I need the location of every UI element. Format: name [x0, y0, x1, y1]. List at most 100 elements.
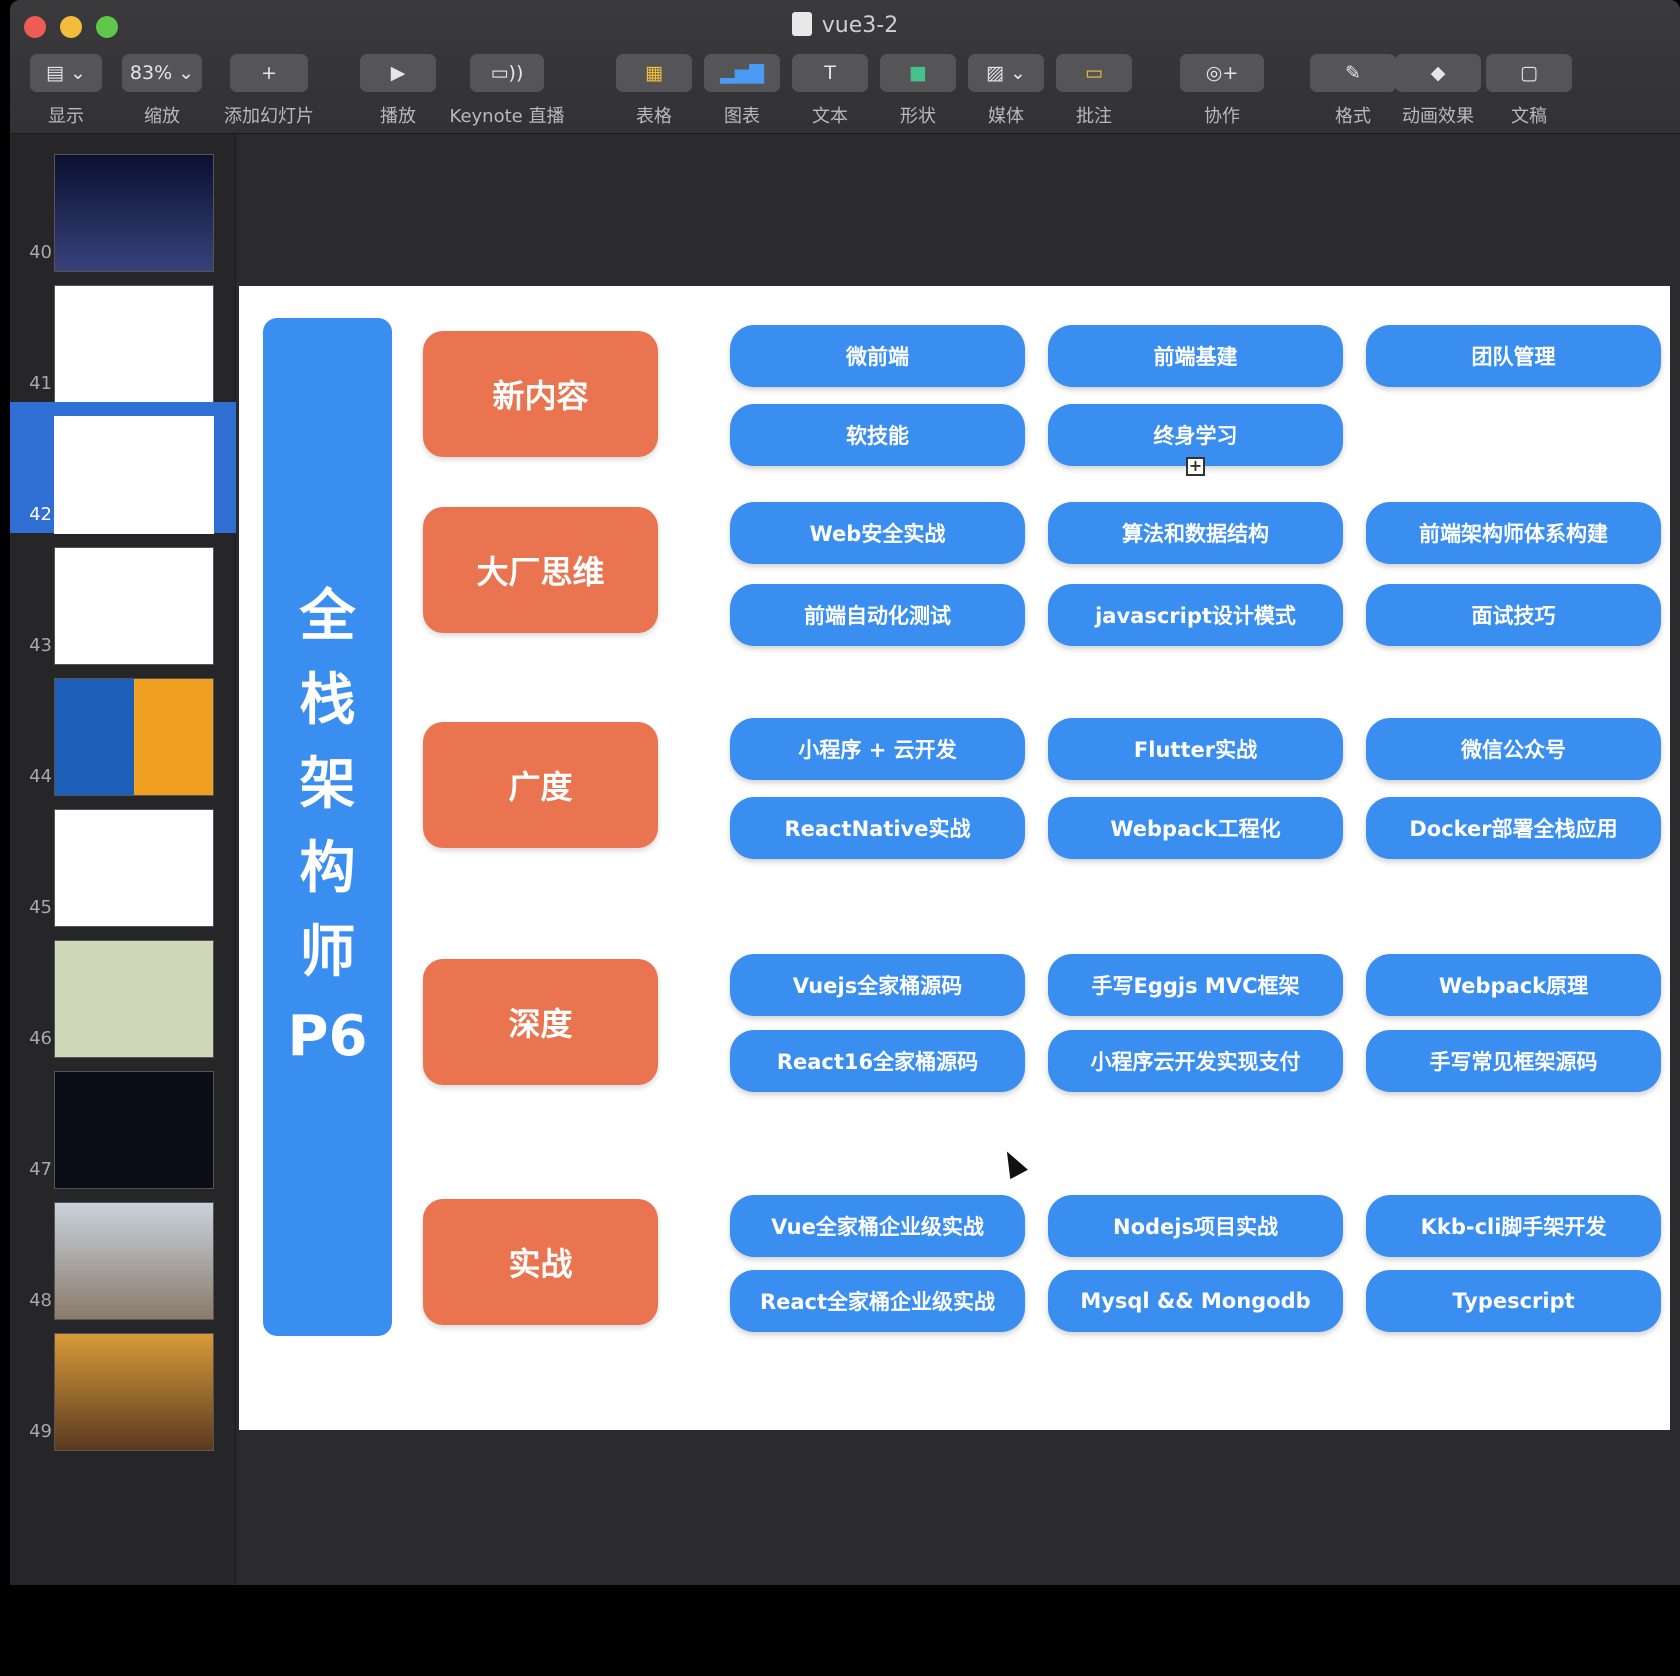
- topic-pill[interactable]: Webpack原理: [1366, 954, 1661, 1016]
- selection-handle-icon[interactable]: +: [1186, 457, 1205, 476]
- plus-icon[interactable]: +: [230, 54, 308, 92]
- comment-icon[interactable]: ▭: [1056, 54, 1132, 92]
- document-file-icon: [791, 12, 812, 36]
- topic-pill[interactable]: 软技能: [730, 404, 1025, 466]
- topic-pill[interactable]: 微信公众号: [1366, 718, 1661, 780]
- play-icon[interactable]: ▶: [360, 54, 436, 92]
- slide-preview: [54, 154, 214, 272]
- slide-preview: [54, 678, 214, 796]
- toolbar-keynote-live-button[interactable]: ▭)) Keynote 直播: [437, 54, 577, 128]
- topic-pill[interactable]: Web安全实战: [730, 502, 1025, 564]
- topic-pill[interactable]: React全家桶企业级实战: [730, 1270, 1025, 1332]
- topic-pill[interactable]: 小程序 + 云开发: [730, 718, 1025, 780]
- slide-preview: [54, 285, 214, 403]
- toolbar-comment-label: 批注: [1076, 106, 1112, 127]
- category-box[interactable]: 实战: [423, 1199, 658, 1325]
- view-icon[interactable]: ▤ ⌄: [30, 54, 102, 92]
- category-box[interactable]: 大厂思维: [423, 507, 658, 633]
- slide-number: 40: [29, 242, 52, 263]
- slide-preview: [54, 940, 214, 1058]
- slide-number: 43: [29, 635, 52, 656]
- slide-number: 49: [29, 1421, 52, 1442]
- topic-pill[interactable]: 面试技巧: [1366, 584, 1661, 646]
- slide-number: 42: [29, 504, 52, 525]
- topic-pill[interactable]: Flutter实战: [1048, 718, 1343, 780]
- window-title-text: vue3-2: [821, 13, 899, 38]
- window-title: vue3-2: [10, 12, 1680, 38]
- topic-pill[interactable]: 手写常见框架源码: [1366, 1030, 1661, 1092]
- topic-pill[interactable]: Kkb-cli脚手架开发: [1366, 1195, 1661, 1257]
- topic-pill[interactable]: 前端架构师体系构建: [1366, 502, 1661, 564]
- table-icon[interactable]: ▦: [616, 54, 692, 92]
- slide-navigator[interactable]: 40 41 42 43 44 45 46 47 48 49: [10, 134, 236, 1585]
- shape-icon[interactable]: ■: [880, 54, 956, 92]
- toolbar-zoom-label: 缩放: [144, 106, 180, 127]
- live-icon[interactable]: ▭)): [470, 54, 544, 92]
- main-title-bar[interactable]: 全栈架构师 P6: [263, 318, 392, 1336]
- slide-preview: [54, 809, 214, 927]
- slide-preview: [54, 1202, 214, 1320]
- main-title-char: P6: [287, 1004, 368, 1069]
- slide-thumbnail-43[interactable]: 43: [10, 533, 236, 665]
- topic-pill[interactable]: Vuejs全家桶源码: [730, 954, 1025, 1016]
- slide-thumbnail-42[interactable]: 42: [10, 402, 236, 534]
- slide-thumbnail-49[interactable]: 49: [10, 1319, 236, 1451]
- toolbar: vue3-2 ▤ ⌄ 显示 83% ⌄ 缩放 + 添加幻灯片 ▶ 播放 ▭)) Keynote 直…: [10, 0, 1680, 134]
- toolbar-collaborate-label: 协作: [1204, 106, 1240, 127]
- toolbar-comment-button[interactable]: ▭ 批注: [1036, 54, 1152, 128]
- slide-thumbnail-40[interactable]: 40: [10, 140, 236, 272]
- toolbar-document-label: 文稿: [1511, 106, 1547, 127]
- topic-pill[interactable]: 微前端: [730, 325, 1025, 387]
- slide-number: 48: [29, 1290, 52, 1311]
- slide-number: 47: [29, 1159, 52, 1180]
- topic-pill[interactable]: 团队管理: [1366, 325, 1661, 387]
- slide-preview: [54, 547, 214, 665]
- slide-number: 44: [29, 766, 52, 787]
- topic-pill[interactable]: javascript设计模式: [1048, 584, 1343, 646]
- topic-pill[interactable]: Typescript: [1366, 1270, 1661, 1332]
- category-box[interactable]: 深度: [423, 959, 658, 1085]
- topic-pill[interactable]: Nodejs项目实战: [1048, 1195, 1343, 1257]
- toolbar-document-button[interactable]: ▢ 文稿: [1466, 54, 1592, 128]
- media-icon[interactable]: ▨ ⌄: [968, 54, 1044, 92]
- main-title-char: 师: [299, 920, 356, 985]
- slide-preview: [54, 416, 214, 534]
- slide-thumbnail-45[interactable]: 45: [10, 795, 236, 927]
- slide-thumbnail-47[interactable]: 47: [10, 1057, 236, 1189]
- toolbar-keynote-live-label: Keynote 直播: [449, 106, 565, 127]
- document-icon[interactable]: ▢: [1486, 54, 1572, 92]
- collaborate-icon[interactable]: ◎+: [1180, 54, 1264, 92]
- toolbar-add-slide-button[interactable]: + 添加幻灯片: [210, 54, 328, 128]
- topic-pill[interactable]: Webpack工程化: [1048, 797, 1343, 859]
- slide-preview: [54, 1071, 214, 1189]
- topic-pill[interactable]: 算法和数据结构: [1048, 502, 1343, 564]
- slide-preview: [54, 1333, 214, 1451]
- main-title-char: 架: [299, 752, 356, 817]
- slide-thumbnail-41[interactable]: 41: [10, 271, 236, 403]
- main-title-char: 栈: [299, 668, 356, 733]
- topic-pill[interactable]: 手写Eggjs MVC框架: [1048, 954, 1343, 1016]
- slide-thumbnail-46[interactable]: 46: [10, 926, 236, 1058]
- category-box[interactable]: 新内容: [423, 331, 658, 457]
- topic-pill[interactable]: Mysql && Mongodb: [1048, 1270, 1343, 1332]
- topic-pill[interactable]: 前端基建: [1048, 325, 1343, 387]
- toolbar-collaborate-button[interactable]: ◎+ 协作: [1160, 54, 1284, 128]
- slide-thumbnail-44[interactable]: 44: [10, 664, 236, 796]
- toolbar-add-slide-label: 添加幻灯片: [224, 106, 314, 127]
- category-box[interactable]: 广度: [423, 722, 658, 848]
- topic-pill[interactable]: Vue全家桶企业级实战: [730, 1195, 1025, 1257]
- main-title-char: 全: [299, 584, 356, 649]
- main-title-char: 构: [299, 836, 356, 901]
- slide-thumbnail-48[interactable]: 48: [10, 1188, 236, 1320]
- topic-pill[interactable]: Docker部署全栈应用: [1366, 797, 1661, 859]
- toolbar-zoom-button[interactable]: 83% ⌄ 缩放: [102, 54, 222, 128]
- chart-icon[interactable]: ▂▅▇: [704, 54, 780, 92]
- topic-pill[interactable]: ReactNative实战: [730, 797, 1025, 859]
- topic-pill[interactable]: 前端自动化测试: [730, 584, 1025, 646]
- topic-pill[interactable]: React16全家桶源码: [730, 1030, 1025, 1092]
- text-icon[interactable]: T: [792, 54, 868, 92]
- toolbar-zoom-value[interactable]: 83% ⌄: [122, 54, 202, 92]
- slide-number: 45: [29, 897, 52, 918]
- slide-number: 41: [29, 373, 52, 394]
- topic-pill[interactable]: 小程序云开发实现支付: [1048, 1030, 1343, 1092]
